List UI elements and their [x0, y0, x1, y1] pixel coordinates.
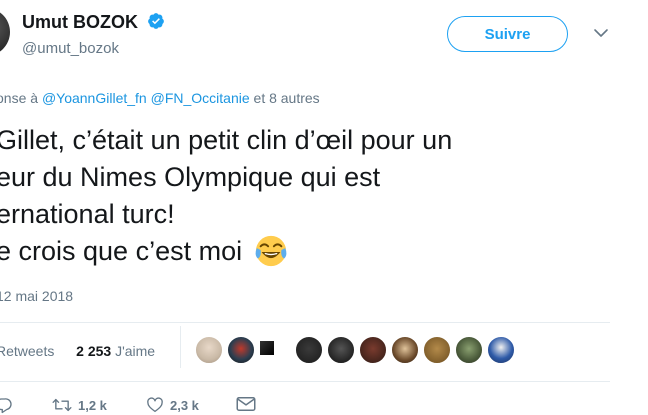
liker-avatar[interactable]	[327, 336, 355, 364]
like-count: 2,3 k	[170, 397, 199, 413]
stats-bottom-divider	[0, 381, 610, 382]
stats-separator	[180, 326, 181, 368]
follow-button[interactable]: Suivre	[447, 16, 568, 52]
liker-avatar[interactable]	[455, 336, 483, 364]
liker-avatar[interactable]	[195, 336, 223, 364]
tweet-line-4: e crois que c’est moi	[0, 233, 452, 278]
chevron-down-icon[interactable]	[592, 26, 610, 40]
tweet-stats: Retweets 2 253 J'aime	[0, 343, 155, 359]
tweet-actions: 1,2 k 2,3 k	[0, 396, 648, 415]
retweet-button[interactable]: 1,2 k	[52, 396, 107, 414]
likes-count[interactable]: 2 253	[76, 343, 111, 359]
tweet-timestamp[interactable]: 12 mai 2018	[0, 288, 73, 304]
liker-avatar[interactable]	[359, 336, 387, 364]
tweet-line-1: Gillet, c’était un petit clin d’œil pour…	[0, 125, 453, 155]
mention-link-1[interactable]: @YoannGillet_fn	[42, 90, 147, 106]
stats-top-divider	[0, 322, 610, 323]
tears-of-joy-emoji-icon	[254, 234, 288, 278]
liker-avatar[interactable]	[487, 336, 515, 364]
display-name-text[interactable]: Umut BOZOK	[22, 12, 138, 32]
reply-suffix[interactable]: et 8 autres	[254, 90, 320, 106]
retweet-count: 1,2 k	[78, 397, 107, 413]
avatar[interactable]	[0, 8, 10, 56]
likes-label[interactable]: J'aime	[115, 343, 155, 359]
liker-avatar[interactable]	[259, 340, 275, 356]
mention-link-2[interactable]: @FN_Occitanie	[151, 90, 250, 106]
user-handle[interactable]: @umut_bozok	[22, 40, 119, 57]
reply-icon	[0, 398, 12, 414]
tweet-page: Umut BOZOK @umut_bozok Suivre onse à @Yo…	[0, 0, 648, 415]
liker-avatar[interactable]	[227, 336, 255, 364]
direct-message-button[interactable]	[236, 396, 262, 412]
like-button[interactable]: 2,3 k	[146, 396, 199, 414]
reply-prefix: onse à	[0, 90, 39, 106]
tweet-line-4-text: e crois que c’est moi	[0, 236, 243, 266]
liker-avatar[interactable]	[391, 336, 419, 364]
liker-avatar[interactable]	[295, 336, 323, 364]
timestamp-text[interactable]: 12 mai 2018	[0, 288, 73, 304]
tweet-line-3: ernational turc!	[0, 199, 175, 229]
reply-context: onse à @YoannGillet_fn @FN_Occitanie et …	[0, 90, 320, 106]
tweet-line-2: eur du Nimes Olympique qui est	[0, 162, 381, 192]
liker-avatar[interactable]	[423, 336, 451, 364]
retweet-icon	[52, 398, 72, 412]
heart-icon	[147, 397, 163, 413]
retweets-label[interactable]: Retweets	[0, 343, 54, 359]
tweet-text: Gillet, c’était un petit clin d’œil pour…	[0, 122, 452, 278]
user-display-name[interactable]: Umut BOZOK	[22, 12, 165, 35]
reply-button[interactable]	[0, 396, 18, 414]
verified-badge-icon	[147, 12, 165, 35]
envelope-icon	[236, 397, 256, 411]
